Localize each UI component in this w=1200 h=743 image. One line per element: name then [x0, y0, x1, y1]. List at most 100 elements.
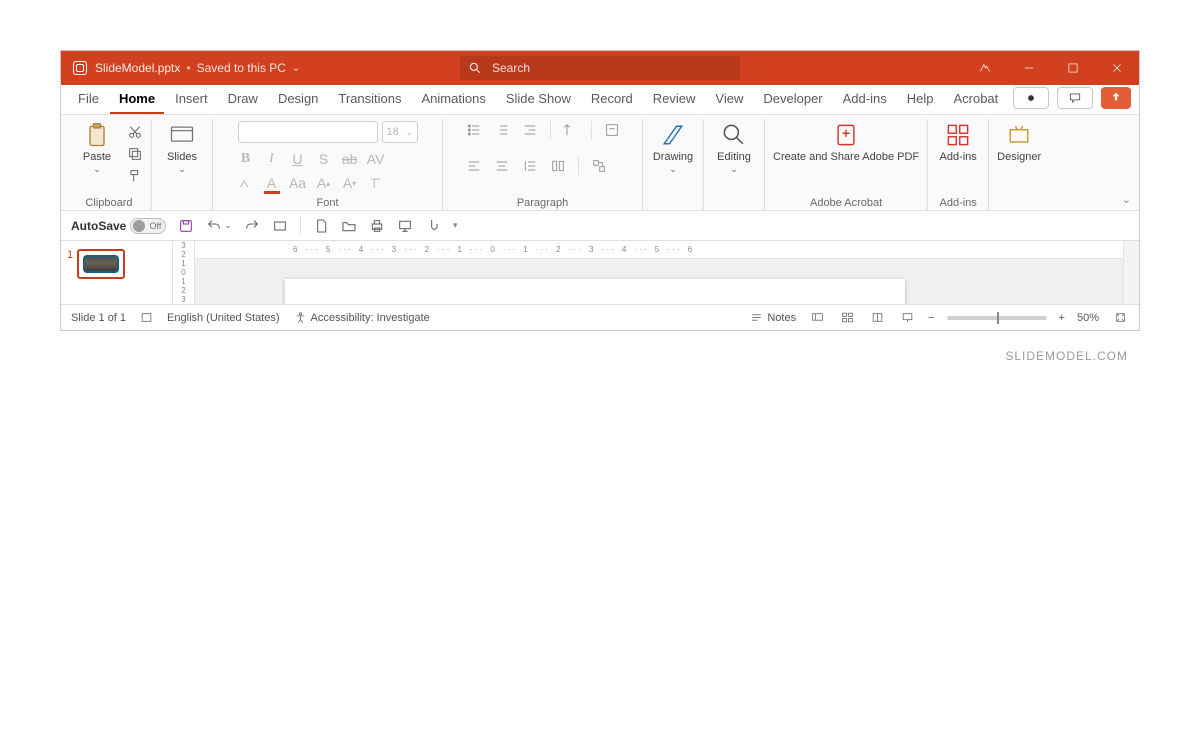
maximize-button[interactable]	[1051, 51, 1095, 85]
tab-acrobat[interactable]: Acrobat	[944, 85, 1007, 114]
present-button[interactable]	[397, 218, 413, 234]
character-spacing-button[interactable]: AV	[368, 151, 384, 167]
columns-button[interactable]	[550, 158, 566, 174]
slide-counter[interactable]: Slide 1 of 1	[71, 312, 126, 324]
addins-icon	[944, 121, 972, 149]
fit-to-window-button[interactable]	[1111, 309, 1129, 327]
slide-thumbnails-pane[interactable]: 1	[61, 241, 173, 304]
horizontal-ruler[interactable]: 6· · · 5· · · 4· · · 3· · · 2· · · 1· · …	[195, 241, 1123, 259]
align-left-button[interactable]	[466, 158, 482, 174]
reading-view-button[interactable]	[868, 309, 886, 327]
normal-view-button[interactable]	[808, 309, 826, 327]
font-family-combo[interactable]	[238, 121, 378, 143]
slide-thumbnail-1[interactable]	[77, 249, 125, 279]
tab-help[interactable]: Help	[898, 85, 943, 114]
workspace: 1 3 2 1 0 1 2 3 6· · · 5· · · 4· · ·	[61, 241, 1139, 304]
tab-slideshow[interactable]: Slide Show	[497, 85, 580, 114]
format-painter-button[interactable]	[127, 168, 143, 184]
touch-mode-button[interactable]	[425, 218, 441, 234]
vertical-ruler[interactable]: 3 2 1 0 1 2 3	[173, 241, 195, 304]
tab-transitions[interactable]: Transitions	[329, 85, 410, 114]
shrink-font-button[interactable]: A▾	[342, 175, 358, 191]
zoom-out-button[interactable]: −	[928, 312, 934, 324]
share-button[interactable]	[1101, 87, 1131, 109]
autosave-toggle[interactable]: Off	[130, 218, 166, 234]
spell-check-icon[interactable]	[140, 311, 153, 324]
document-title[interactable]: SlideModel.pptx	[95, 61, 180, 75]
new-file-button[interactable]	[313, 218, 329, 234]
tab-design[interactable]: Design	[269, 85, 327, 114]
grow-font-button[interactable]: A▴	[316, 175, 332, 191]
collapse-ribbon-button[interactable]: ⌄	[1122, 193, 1131, 206]
save-status[interactable]: Saved to this PC	[197, 61, 286, 75]
print-button[interactable]	[369, 218, 385, 234]
line-spacing-button[interactable]	[522, 158, 538, 174]
tab-view[interactable]: View	[706, 85, 752, 114]
align-center-button[interactable]	[494, 158, 510, 174]
tab-developer[interactable]: Developer	[754, 85, 831, 114]
copy-button[interactable]	[127, 146, 143, 162]
coming-soon-button[interactable]	[963, 51, 1007, 85]
paste-button[interactable]: Paste ⌄	[75, 121, 119, 174]
chevron-down-icon: ⌄	[730, 165, 738, 174]
search-icon	[468, 61, 482, 75]
notes-button[interactable]: Notes	[750, 311, 796, 324]
tab-addins[interactable]: Add-ins	[834, 85, 896, 114]
start-from-beginning-button[interactable]	[272, 218, 288, 234]
close-button[interactable]	[1095, 51, 1139, 85]
bold-button[interactable]: B	[238, 151, 254, 167]
strikethrough-button[interactable]: ab	[342, 151, 358, 167]
change-case-button[interactable]: Aa	[290, 175, 306, 191]
minimize-button[interactable]	[1007, 51, 1051, 85]
align-text-button[interactable]	[604, 122, 620, 138]
slides-button[interactable]: Slides ⌄	[160, 121, 204, 174]
addins-button[interactable]: Add-ins	[936, 121, 980, 163]
group-addins: Add-ins Add-ins	[928, 119, 989, 210]
cut-button[interactable]	[127, 124, 143, 140]
create-share-pdf-button[interactable]: Create and Share Adobe PDF	[773, 121, 919, 164]
numbering-button[interactable]	[494, 122, 510, 138]
language-status[interactable]: English (United States)	[167, 312, 280, 324]
zoom-in-button[interactable]: +	[1059, 312, 1065, 324]
slide[interactable]	[285, 279, 905, 304]
bullets-button[interactable]	[466, 122, 482, 138]
titlebar: SlideModel.pptx • Saved to this PC ⌄	[61, 51, 1139, 85]
undo-button[interactable]: ⌄	[206, 218, 232, 234]
italic-button[interactable]: I	[264, 151, 280, 167]
text-direction-button[interactable]	[563, 122, 579, 138]
tab-review[interactable]: Review	[644, 85, 705, 114]
slide-canvas[interactable]	[195, 259, 1123, 304]
tab-record[interactable]: Record	[582, 85, 642, 114]
customize-qat-button[interactable]: ▾	[453, 220, 458, 231]
underline-button[interactable]: U	[290, 151, 306, 167]
shadow-button[interactable]: S	[316, 151, 332, 167]
search-input[interactable]	[490, 60, 740, 76]
font-color-button[interactable]: A	[264, 175, 280, 191]
open-file-button[interactable]	[341, 218, 357, 234]
accessibility-status[interactable]: Accessibility: Investigate	[294, 311, 430, 324]
font-size-combo[interactable]: 18⌄	[382, 121, 418, 143]
comments-button[interactable]	[1057, 87, 1093, 109]
redo-button[interactable]	[244, 218, 260, 234]
tab-draw[interactable]: Draw	[219, 85, 267, 114]
tab-animations[interactable]: Animations	[413, 85, 495, 114]
zoom-level[interactable]: 50%	[1077, 312, 1099, 324]
chevron-down-icon[interactable]: ⌄	[292, 63, 300, 74]
designer-button[interactable]: Designer	[997, 121, 1041, 163]
slide-sorter-view-button[interactable]	[838, 309, 856, 327]
tab-home[interactable]: Home	[110, 85, 164, 114]
editing-button[interactable]: Editing ⌄	[712, 121, 756, 174]
search-box[interactable]	[460, 56, 740, 80]
vertical-scrollbar[interactable]	[1123, 241, 1139, 304]
clear-formatting-button[interactable]	[368, 175, 384, 191]
record-button[interactable]	[1013, 87, 1049, 109]
slideshow-view-button[interactable]	[898, 309, 916, 327]
tab-insert[interactable]: Insert	[166, 85, 217, 114]
highlight-button[interactable]	[238, 175, 254, 191]
zoom-slider[interactable]	[947, 316, 1047, 320]
drawing-button[interactable]: Drawing ⌄	[651, 121, 695, 174]
tab-file[interactable]: File	[69, 85, 108, 114]
save-button[interactable]	[178, 218, 194, 234]
convert-smartart-button[interactable]	[591, 158, 607, 174]
indent-button[interactable]	[522, 122, 538, 138]
